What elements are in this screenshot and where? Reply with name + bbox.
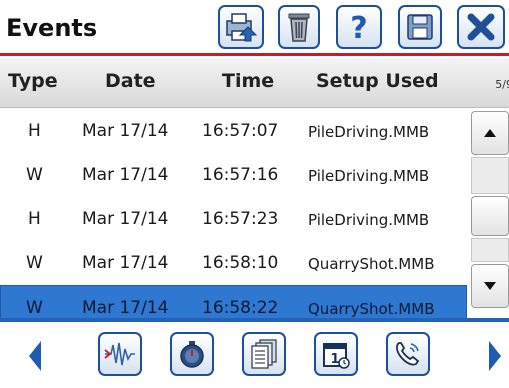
table-header: Type Date Time Setup Used 5/9 [0, 58, 509, 108]
table-row[interactable]: W Mar 17/14 16:58:10 QuarryShot.MMB [0, 241, 467, 285]
timer-icon [180, 341, 204, 368]
page-title: Events [6, 14, 98, 42]
prev-button[interactable] [28, 340, 42, 376]
table-row[interactable]: H Mar 17/14 16:57:23 PileDriving.MMB [0, 197, 467, 241]
cell-date: Mar 17/14 [82, 209, 169, 229]
trash-icon [288, 13, 310, 42]
close-button[interactable] [457, 5, 505, 49]
scroll-track-lower[interactable] [471, 238, 509, 262]
cell-time: 16:57:23 [202, 209, 279, 229]
cell-date: Mar 17/14 [82, 165, 169, 185]
triangle-up-icon [484, 129, 496, 137]
save-button[interactable] [398, 5, 442, 49]
svg-text:1: 1 [330, 352, 339, 367]
close-icon [467, 13, 495, 41]
cell-date: Mar 17/14 [82, 298, 169, 318]
column-type[interactable]: Type [8, 70, 58, 92]
cell-setup: QuarryShot.MMB [308, 255, 435, 273]
call-button[interactable] [386, 332, 430, 376]
help-icon: ? [350, 11, 367, 44]
timer-button[interactable] [170, 332, 214, 376]
scroll-down-button[interactable] [471, 264, 509, 308]
cell-setup: PileDriving.MMB [308, 211, 430, 229]
report-pages-icon [251, 339, 277, 369]
scroll-up-button[interactable] [471, 111, 509, 155]
svg-text:?: ? [350, 11, 367, 44]
footer-toolbar: 1 [0, 322, 509, 388]
scroll-thumb[interactable] [471, 196, 509, 236]
event-list: H Mar 17/14 16:57:07 PileDriving.MMB W M… [0, 109, 467, 329]
header-bar: Events ? [0, 0, 509, 58]
next-arrow-icon [489, 341, 501, 371]
calendar-button[interactable]: 1 [314, 332, 358, 376]
cell-setup: PileDriving.MMB [308, 167, 430, 185]
cell-date: Mar 17/14 [82, 121, 169, 141]
table-row[interactable]: W Mar 17/14 16:57:16 PileDriving.MMB [0, 153, 467, 197]
cell-time: 16:57:16 [202, 165, 279, 185]
cell-type: W [26, 165, 43, 185]
cell-time: 16:58:22 [202, 298, 279, 318]
waveform-button[interactable] [98, 332, 142, 376]
cell-type: W [26, 253, 43, 273]
column-setup-used[interactable]: Setup Used [316, 70, 439, 92]
column-date[interactable]: Date [105, 70, 156, 92]
cell-setup: PileDriving.MMB [308, 123, 430, 141]
header-divider [0, 53, 509, 56]
page-indicator: 5/9 [495, 78, 509, 91]
next-button[interactable] [488, 340, 502, 376]
cell-time: 16:58:10 [202, 253, 279, 273]
save-icon [407, 14, 433, 40]
print-icon [226, 13, 258, 42]
delete-button[interactable] [278, 5, 320, 49]
cell-date: Mar 17/14 [82, 253, 169, 273]
triangle-down-icon [484, 282, 496, 290]
cell-type: H [28, 209, 41, 229]
column-time[interactable]: Time [222, 70, 274, 92]
scroll-track-upper[interactable] [471, 157, 509, 194]
cell-type: W [26, 298, 43, 318]
calendar-icon: 1 [323, 343, 350, 369]
help-button[interactable]: ? [336, 5, 382, 49]
phone-icon [396, 342, 420, 366]
cell-type: H [28, 121, 41, 141]
prev-arrow-icon [29, 341, 41, 371]
table-row[interactable]: H Mar 17/14 16:57:07 PileDriving.MMB [0, 109, 467, 153]
waveform-icon [104, 342, 135, 366]
print-button[interactable] [218, 5, 264, 49]
cell-setup: QuarryShot.MMB [308, 300, 435, 318]
cell-time: 16:57:07 [202, 121, 279, 141]
reports-button[interactable] [242, 332, 286, 376]
